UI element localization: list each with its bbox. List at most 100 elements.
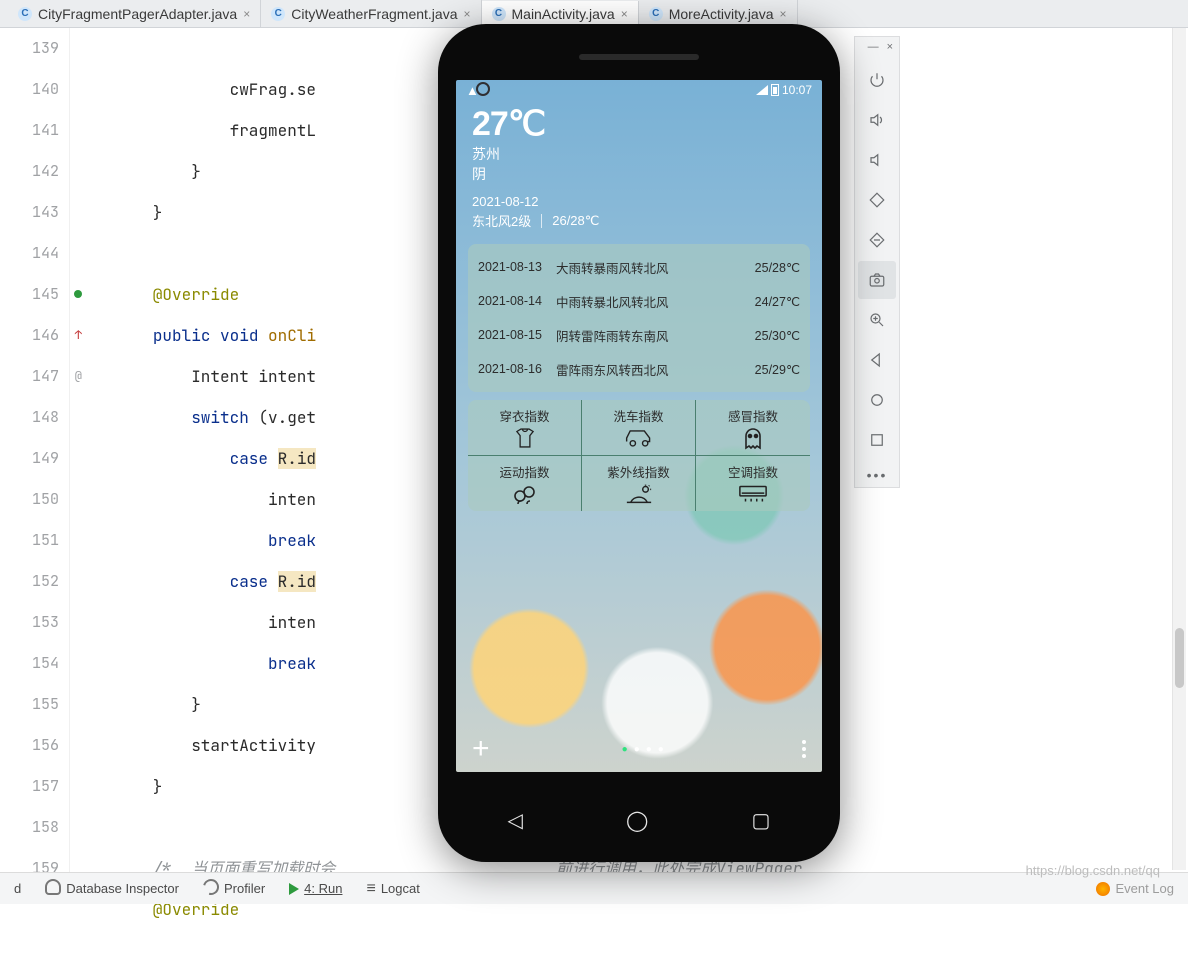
close-icon[interactable]: × xyxy=(780,7,787,21)
close-icon[interactable]: × xyxy=(243,7,250,21)
run-button[interactable]: 4: Run xyxy=(289,881,342,896)
line-number-gutter: 139140141142143144145↑ @1461471481491501… xyxy=(0,28,70,872)
warning-icon: ▲ xyxy=(466,83,479,98)
index-label: 穿衣指数 xyxy=(468,406,581,425)
emulator-screen[interactable]: ▲ 10:07 27℃ 苏州 阴 2021-08-12 东北风2级 26/28℃… xyxy=(456,80,822,772)
forecast-date: 2021-08-13 xyxy=(478,260,556,274)
today-date: 2021-08-12 xyxy=(472,194,806,209)
tab-label: MainActivity.java xyxy=(512,6,615,22)
index-ac[interactable]: 空调指数 xyxy=(696,456,810,511)
zoom-button[interactable] xyxy=(858,301,896,339)
forecast-range: 25/30℃ xyxy=(686,328,800,343)
ball-icon xyxy=(468,481,581,507)
tab-label: MoreActivity.java xyxy=(669,6,774,22)
home-button[interactable] xyxy=(858,381,896,419)
status-time: 10:07 xyxy=(782,83,812,97)
index-ghost[interactable]: 感冒指数 xyxy=(696,400,810,456)
rotate-left-button[interactable] xyxy=(858,181,896,219)
more-options-button[interactable]: ••• xyxy=(867,467,888,483)
current-temperature: 27℃ xyxy=(472,104,806,144)
nav-home-button[interactable]: ◯ xyxy=(626,808,648,833)
weather-header: 27℃ 苏州 阴 xyxy=(456,100,822,188)
index-label: 感冒指数 xyxy=(696,406,810,425)
forecast-row[interactable]: 2021-08-14中雨转暴北风转北风24/27℃ xyxy=(478,284,800,318)
index-label: 空调指数 xyxy=(696,462,810,481)
overview-button[interactable] xyxy=(858,421,896,459)
more-menu-button[interactable] xyxy=(802,740,806,758)
logcat-button[interactable]: Logcat xyxy=(366,880,419,898)
forecast-range: 25/29℃ xyxy=(686,362,800,377)
forecast-cond: 大雨转暴雨风转北风 xyxy=(556,258,686,277)
current-city: 苏州 xyxy=(472,144,806,164)
index-label: 洗车指数 xyxy=(582,406,695,425)
volume-down-button[interactable] xyxy=(858,141,896,179)
android-status-bar: ▲ 10:07 xyxy=(456,80,822,100)
close-button[interactable]: × xyxy=(887,41,893,53)
index-ball[interactable]: 运动指数 xyxy=(468,456,582,511)
override-gutter-icon[interactable] xyxy=(74,290,82,298)
tab-moreactivity[interactable]: C MoreActivity.java × xyxy=(639,0,798,27)
today-wind: 东北风2级 xyxy=(472,211,531,230)
forecast-range: 24/27℃ xyxy=(686,294,800,309)
tab-label: CityFragmentPagerAdapter.java xyxy=(38,6,237,22)
tab-cityfragmentpageradapter[interactable]: C CityFragmentPagerAdapter.java × xyxy=(8,0,261,27)
event-log-icon xyxy=(1096,882,1110,896)
index-shirt[interactable]: 穿衣指数 xyxy=(468,400,582,456)
add-city-button[interactable]: + xyxy=(472,732,490,766)
java-class-icon: C xyxy=(271,7,285,21)
forecast-row[interactable]: 2021-08-13大雨转暴雨风转北风25/28℃ xyxy=(478,250,800,284)
forecast-cond: 阴转雷阵雨转东南风 xyxy=(556,326,686,345)
profiler-icon xyxy=(203,879,219,898)
page-indicator: ●●●● xyxy=(490,744,802,755)
forecast-date: 2021-08-15 xyxy=(478,328,556,342)
screen-footer: + ●●●● xyxy=(456,732,822,766)
java-class-icon: C xyxy=(649,7,663,21)
logcat-icon xyxy=(366,880,375,898)
tab-label: CityWeatherFragment.java xyxy=(291,6,457,22)
minimize-button[interactable]: — xyxy=(868,41,879,53)
forecast-cond: 雷阵雨东风转西北风 xyxy=(556,360,686,379)
tab-cityweatherfragment[interactable]: C CityWeatherFragment.java × xyxy=(261,0,481,27)
car-icon xyxy=(582,425,695,451)
database-icon xyxy=(45,879,61,898)
java-class-icon: C xyxy=(18,7,32,21)
event-log-button[interactable]: Event Log xyxy=(1096,881,1174,896)
shirt-icon xyxy=(468,425,581,451)
power-button[interactable] xyxy=(858,61,896,99)
nav-back-button[interactable]: ◁ xyxy=(508,808,523,833)
back-button[interactable] xyxy=(858,341,896,379)
today-range: 26/28℃ xyxy=(552,213,599,229)
life-index-card[interactable]: 穿衣指数洗车指数感冒指数运动指数紫外线指数空调指数 xyxy=(468,400,810,511)
current-condition: 阴 xyxy=(472,164,806,184)
screenshot-button[interactable] xyxy=(858,261,896,299)
java-class-icon: C xyxy=(492,7,506,21)
forecast-row[interactable]: 2021-08-16雷阵雨东风转西北风25/29℃ xyxy=(478,352,800,386)
index-label: 运动指数 xyxy=(468,462,581,481)
play-icon xyxy=(289,883,299,895)
forecast-date: 2021-08-14 xyxy=(478,294,556,308)
editor-scrollbar[interactable] xyxy=(1172,28,1186,870)
battery-icon xyxy=(771,84,779,96)
close-icon[interactable]: × xyxy=(463,7,470,21)
profiler-button[interactable]: Profiler xyxy=(203,879,265,898)
forecast-card[interactable]: 2021-08-13大雨转暴雨风转北风25/28℃2021-08-14中雨转暴北… xyxy=(468,244,810,392)
close-icon[interactable]: × xyxy=(621,7,628,21)
sun-icon xyxy=(582,481,695,507)
today-summary: 2021-08-12 东北风2级 26/28℃ xyxy=(456,188,822,236)
forecast-range: 25/28℃ xyxy=(686,260,800,275)
signal-icon xyxy=(756,85,768,95)
forecast-row[interactable]: 2021-08-15阴转雷阵雨转东南风25/30℃ xyxy=(478,318,800,352)
bottom-toolbar: d Database Inspector Profiler 4: Run Log… xyxy=(0,872,1188,904)
forecast-cond: 中雨转暴北风转北风 xyxy=(556,292,686,311)
device-frame: ▲ 10:07 27℃ 苏州 阴 2021-08-12 东北风2级 26/28℃… xyxy=(438,24,840,862)
database-inspector-button[interactable]: Database Inspector xyxy=(45,879,179,898)
volume-up-button[interactable] xyxy=(858,101,896,139)
forecast-date: 2021-08-16 xyxy=(478,362,556,376)
index-sun[interactable]: 紫外线指数 xyxy=(582,456,696,511)
index-car[interactable]: 洗车指数 xyxy=(582,400,696,456)
emulator-sidebar: — × ••• xyxy=(854,36,900,488)
nav-recent-button[interactable]: ▢ xyxy=(752,808,771,833)
ac-icon xyxy=(696,481,810,507)
ghost-icon xyxy=(696,425,810,451)
rotate-right-button[interactable] xyxy=(858,221,896,259)
